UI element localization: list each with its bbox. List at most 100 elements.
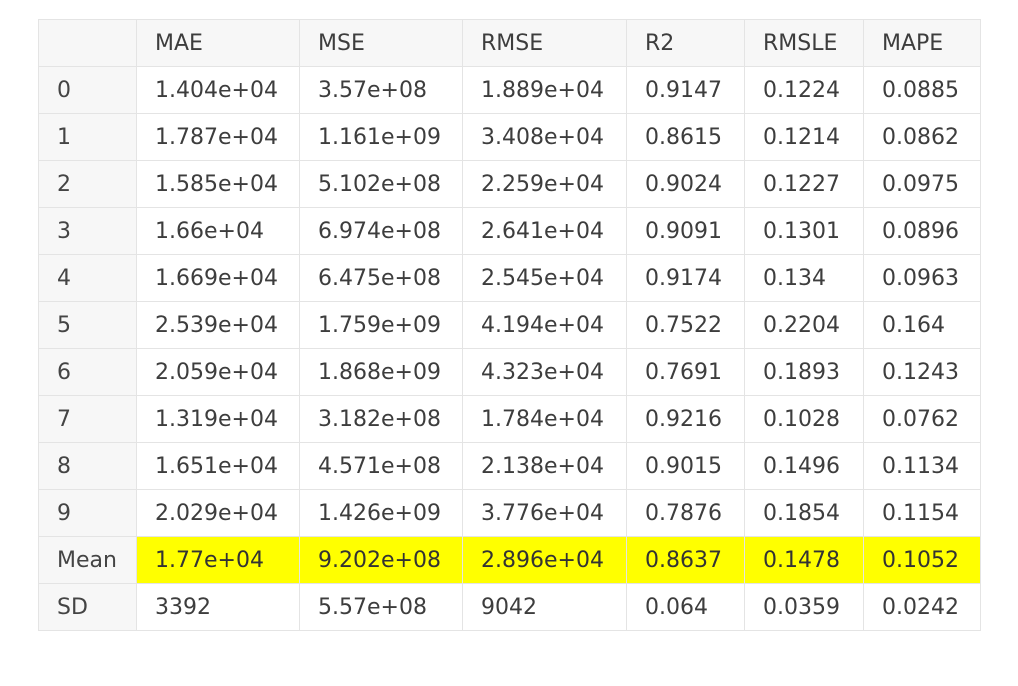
table-row: 0 1.404e+04 3.57e+08 1.889e+04 0.9147 0.1224 0… <box>38 66 981 114</box>
rmse-cell: 2.259e+04 <box>462 160 627 208</box>
rmse-cell: 1.889e+04 <box>462 66 627 114</box>
header-row: MAE MSE RMSE R2 RMSLE MAPE <box>38 19 981 67</box>
r2-cell: 0.7691 <box>626 348 745 396</box>
table-row: Mean 1.77e+04 9.202e+08 2.896e+04 0.8637 0.14… <box>38 536 981 584</box>
rmsle-cell: 0.0359 <box>744 583 864 631</box>
mape-cell: 0.0885 <box>863 66 981 114</box>
r2-cell: 0.8615 <box>626 113 745 161</box>
row-index: 9 <box>38 489 137 537</box>
rmsle-cell: 0.1224 <box>744 66 864 114</box>
mse-cell: 1.868e+09 <box>299 348 463 396</box>
mse-cell: 1.426e+09 <box>299 489 463 537</box>
r2-cell: 0.9024 <box>626 160 745 208</box>
r2-cell: 0.7876 <box>626 489 745 537</box>
mape-cell: 0.0896 <box>863 207 981 255</box>
mae-cell: 2.059e+04 <box>136 348 300 396</box>
mape-cell: 0.0242 <box>863 583 981 631</box>
rmsle-cell: 0.1227 <box>744 160 864 208</box>
table-row: 2 1.585e+04 5.102e+08 2.259e+04 0.9024 0.1227… <box>38 160 981 208</box>
mse-cell: 4.571e+08 <box>299 442 463 490</box>
mape-cell: 0.0762 <box>863 395 981 443</box>
row-index: 0 <box>38 66 137 114</box>
mse-cell: 5.102e+08 <box>299 160 463 208</box>
rmse-cell: 4.323e+04 <box>462 348 627 396</box>
row-index: 2 <box>38 160 137 208</box>
mse-cell: 3.182e+08 <box>299 395 463 443</box>
rmse-header: RMSE <box>462 19 627 67</box>
rmse-cell: 3.776e+04 <box>462 489 627 537</box>
rmsle-cell: 0.1496 <box>744 442 864 490</box>
row-index: Mean <box>38 536 137 584</box>
table-row: SD 3392 5.57e+08 9042 0.064 0.0359 0.0242 <box>38 583 981 631</box>
rmsle-cell: 0.134 <box>744 254 864 302</box>
mape-cell: 0.0975 <box>863 160 981 208</box>
index-header <box>38 19 137 67</box>
r2-cell: 0.9174 <box>626 254 745 302</box>
r2-cell: 0.7522 <box>626 301 745 349</box>
rmse-cell: 9042 <box>462 583 627 631</box>
mae-cell: 1.66e+04 <box>136 207 300 255</box>
row-index: 1 <box>38 113 137 161</box>
row-index: 7 <box>38 395 137 443</box>
r2-cell: 0.8637 <box>626 536 745 584</box>
mae-cell: 1.585e+04 <box>136 160 300 208</box>
table-row: 8 1.651e+04 4.571e+08 2.138e+04 0.9015 0.1496… <box>38 442 981 490</box>
rmse-cell: 3.408e+04 <box>462 113 627 161</box>
rmsle-cell: 0.2204 <box>744 301 864 349</box>
rmsle-cell: 0.1854 <box>744 489 864 537</box>
mae-cell: 1.319e+04 <box>136 395 300 443</box>
r2-header: R2 <box>626 19 745 67</box>
r2-cell: 0.9015 <box>626 442 745 490</box>
mse-cell: 1.161e+09 <box>299 113 463 161</box>
mape-header: MAPE <box>863 19 981 67</box>
r2-cell: 0.9091 <box>626 207 745 255</box>
mse-cell: 3.57e+08 <box>299 66 463 114</box>
row-index: 4 <box>38 254 137 302</box>
r2-cell: 0.064 <box>626 583 745 631</box>
table-row: 5 2.539e+04 1.759e+09 4.194e+04 0.7522 0.2204… <box>38 301 981 349</box>
rmsle-cell: 0.1028 <box>744 395 864 443</box>
mse-cell: 5.57e+08 <box>299 583 463 631</box>
mse-cell: 1.759e+09 <box>299 301 463 349</box>
table-row: 7 1.319e+04 3.182e+08 1.784e+04 0.9216 0.1028… <box>38 395 981 443</box>
row-index: 6 <box>38 348 137 396</box>
table-row: 6 2.059e+04 1.868e+09 4.323e+04 0.7691 0.1893… <box>38 348 981 396</box>
row-index: SD <box>38 583 137 631</box>
rmsle-cell: 0.1214 <box>744 113 864 161</box>
row-index: 5 <box>38 301 137 349</box>
rmse-cell: 1.784e+04 <box>462 395 627 443</box>
mse-header: MSE <box>299 19 463 67</box>
rmse-cell: 2.896e+04 <box>462 536 627 584</box>
rmsle-cell: 0.1301 <box>744 207 864 255</box>
rmsle-cell: 0.1478 <box>744 536 864 584</box>
mape-cell: 0.1154 <box>863 489 981 537</box>
mae-cell: 1.404e+04 <box>136 66 300 114</box>
mae-header: MAE <box>136 19 300 67</box>
rmsle-header: RMSLE <box>744 19 864 67</box>
table-header: MAE MSE RMSE R2 RMSLE MAPE <box>38 19 981 67</box>
mse-cell: 6.475e+08 <box>299 254 463 302</box>
mae-cell: 1.669e+04 <box>136 254 300 302</box>
mae-cell: 2.539e+04 <box>136 301 300 349</box>
mae-cell: 2.029e+04 <box>136 489 300 537</box>
mae-cell: 1.651e+04 <box>136 442 300 490</box>
mape-cell: 0.1243 <box>863 348 981 396</box>
r2-cell: 0.9147 <box>626 66 745 114</box>
row-index: 8 <box>38 442 137 490</box>
rmsle-cell: 0.1893 <box>744 348 864 396</box>
table-body: 0 1.404e+04 3.57e+08 1.889e+04 0.9147 0.1224 0… <box>38 66 981 631</box>
mse-cell: 9.202e+08 <box>299 536 463 584</box>
table-row: 4 1.669e+04 6.475e+08 2.545e+04 0.9174 0.134 0… <box>38 254 981 302</box>
mape-cell: 0.164 <box>863 301 981 349</box>
rmse-cell: 2.641e+04 <box>462 207 627 255</box>
mae-cell: 1.787e+04 <box>136 113 300 161</box>
table-row: 3 1.66e+04 6.974e+08 2.641e+04 0.9091 0.1301 0… <box>38 207 981 255</box>
table-row: 9 2.029e+04 1.426e+09 3.776e+04 0.7876 0.1854… <box>38 489 981 537</box>
table-row: 1 1.787e+04 1.161e+09 3.408e+04 0.8615 0.1214… <box>38 113 981 161</box>
mae-cell: 3392 <box>136 583 300 631</box>
row-index: 3 <box>38 207 137 255</box>
r2-cell: 0.9216 <box>626 395 745 443</box>
rmse-cell: 2.545e+04 <box>462 254 627 302</box>
mape-cell: 0.1052 <box>863 536 981 584</box>
cv-results-table: MAE MSE RMSE R2 RMSLE MAPE 0 1.404e+04 3.5… <box>38 19 981 631</box>
